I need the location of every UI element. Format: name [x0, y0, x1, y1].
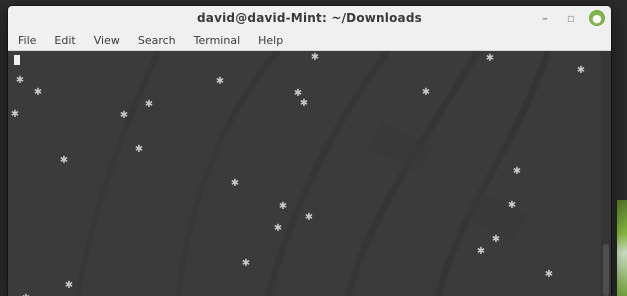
- star-icon: ✱: [59, 155, 69, 166]
- menu-file[interactable]: File: [16, 32, 38, 49]
- star-field: ✱ ✱ ✱ ✱ ✱ ✱ ✱ ✱ ✱ ✱ ✱ ✱ ✱ ✱ ✱ ✱ ✱ ✱ ✱ ✱: [8, 51, 611, 296]
- star-icon: ✱: [310, 52, 320, 63]
- menu-search[interactable]: Search: [136, 32, 178, 49]
- terminal-window: david@david-Mint: ~/Downloads – ▫ ● File…: [8, 6, 611, 296]
- star-icon: ✱: [215, 76, 225, 87]
- star-icon: ✱: [241, 258, 251, 269]
- star-icon: ✱: [299, 98, 309, 109]
- menu-view[interactable]: View: [92, 32, 122, 49]
- star-icon: ✱: [10, 109, 20, 120]
- star-icon: ✱: [273, 223, 283, 234]
- star-icon: ✱: [230, 178, 240, 189]
- star-icon: ✱: [33, 87, 43, 98]
- terminal-scrollbar-thumb[interactable]: [603, 244, 609, 296]
- close-icon: ●: [592, 11, 602, 25]
- star-icon: ✱: [293, 88, 303, 99]
- menu-bar: File Edit View Search Terminal Help: [8, 30, 611, 51]
- terminal-scrollbar[interactable]: [601, 51, 611, 296]
- menu-edit[interactable]: Edit: [52, 32, 77, 49]
- window-controls: – ▫ ●: [537, 10, 605, 26]
- star-icon: ✱: [476, 246, 486, 257]
- star-icon: ✱: [144, 99, 154, 110]
- star-icon: ✱: [278, 201, 288, 212]
- window-title: david@david-Mint: ~/Downloads: [197, 11, 422, 25]
- minimize-icon: –: [541, 11, 549, 25]
- desktop: david@david-Mint: ~/Downloads – ▫ ● File…: [0, 0, 627, 296]
- star-icon: ✱: [576, 65, 586, 76]
- menu-terminal[interactable]: Terminal: [192, 32, 243, 49]
- star-icon: ✱: [491, 234, 501, 245]
- star-icon: ✱: [544, 269, 554, 280]
- star-icon: ✱: [507, 200, 517, 211]
- wallpaper-lines: [75, 51, 552, 296]
- desktop-wallpaper-edge: [617, 200, 627, 296]
- star-icon: ✱: [64, 280, 74, 291]
- star-icon: ✱: [15, 75, 25, 86]
- star-icon: ✱: [119, 110, 129, 121]
- menu-help[interactable]: Help: [256, 32, 285, 49]
- star-icon: ✱: [512, 166, 522, 177]
- star-icon: ✱: [304, 212, 314, 223]
- maximize-button[interactable]: ▫: [563, 10, 579, 26]
- terminal-cursor: [14, 55, 20, 65]
- minimize-button[interactable]: –: [537, 10, 553, 26]
- close-button[interactable]: ●: [589, 10, 605, 26]
- star-icon: ✱: [134, 144, 144, 155]
- terminal-view[interactable]: ✱ ✱ ✱ ✱ ✱ ✱ ✱ ✱ ✱ ✱ ✱ ✱ ✱ ✱ ✱ ✱ ✱ ✱ ✱ ✱: [8, 51, 611, 296]
- window-titlebar[interactable]: david@david-Mint: ~/Downloads – ▫ ●: [8, 6, 611, 31]
- star-icon: ✱: [421, 87, 431, 98]
- maximize-icon: ▫: [566, 11, 576, 25]
- star-icon: ✱: [485, 53, 495, 64]
